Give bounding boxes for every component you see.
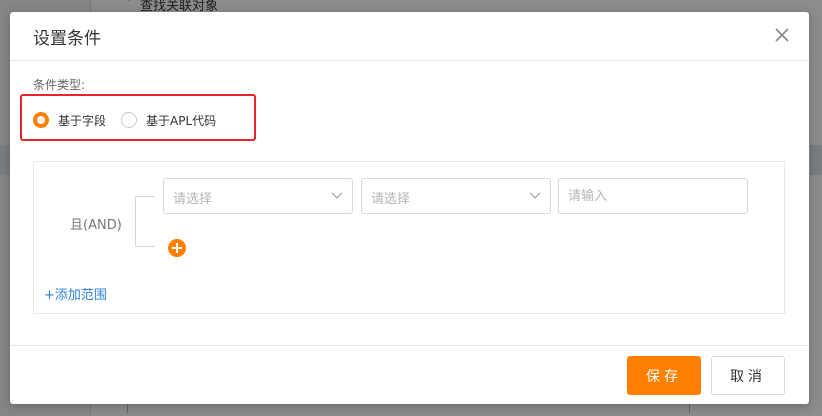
logic-and-label: 且(AND) [70, 218, 122, 233]
operator-select-placeholder: 请选择 [371, 192, 411, 207]
dialog-header: 设置条件 [10, 12, 809, 61]
radio-apl-code[interactable]: 基于APL代码 [121, 112, 216, 128]
radio-unchecked-icon [121, 112, 137, 128]
set-condition-dialog: 设置条件 条件类型: 基于字段 基于APL代码 且(AND) 请选择 请选择 请… [10, 12, 809, 404]
chevron-down-icon [331, 192, 343, 199]
save-button[interactable]: 保存 [627, 356, 701, 395]
logic-bracket [135, 196, 155, 247]
radio-field-based[interactable]: 基于字段 [33, 112, 106, 128]
close-icon[interactable] [773, 26, 791, 44]
operator-select[interactable]: 请选择 [361, 178, 551, 214]
value-input[interactable] [558, 178, 748, 214]
condition-range-panel: 且(AND) 请选择 请选择 +添加范围 [33, 161, 785, 314]
radio-field-based-label: 基于字段 [58, 113, 107, 128]
dialog-footer: 保存 取消 [10, 345, 809, 404]
dialog-title: 设置条件 [33, 29, 101, 49]
radio-checked-icon [33, 112, 49, 128]
add-range-link[interactable]: +添加范围 [44, 284, 107, 303]
chevron-down-icon [529, 192, 541, 199]
condition-type-label: 条件类型: [33, 78, 86, 92]
add-condition-icon[interactable] [168, 239, 186, 257]
cancel-button[interactable]: 取消 [711, 356, 785, 395]
field-select[interactable]: 请选择 [163, 178, 353, 214]
field-select-placeholder: 请选择 [173, 192, 213, 207]
radio-apl-code-label: 基于APL代码 [146, 113, 217, 128]
